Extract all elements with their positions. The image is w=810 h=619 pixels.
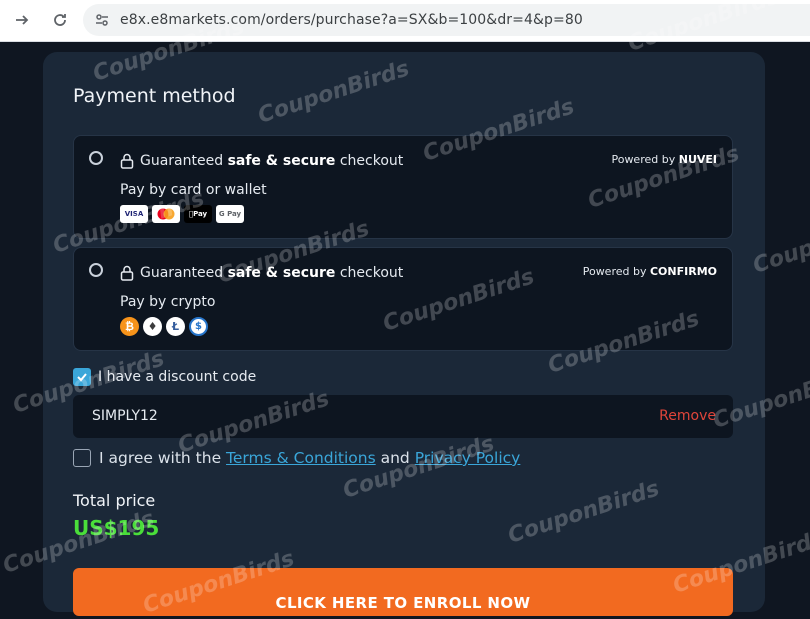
total-price-label: Total price: [73, 491, 156, 510]
site-info-icon[interactable]: [92, 10, 112, 30]
terms-link[interactable]: Terms & Conditions: [226, 449, 376, 467]
usd-coin-icon: $: [189, 317, 208, 336]
payment-method-title: Payment method: [73, 85, 236, 107]
litecoin-icon: Ł: [166, 317, 185, 336]
mastercard-icon: [152, 205, 180, 223]
terms-text: I agree with the Terms & Conditions and …: [99, 449, 521, 467]
pay-by-crypto-label: Pay by crypto: [120, 294, 216, 310]
radio-card[interactable]: [89, 151, 103, 165]
discount-code-field[interactable]: SIMPLY12 Remove: [73, 395, 733, 438]
browser-toolbar: e8x.e8markets.com/orders/purchase?a=SX&b…: [0, 0, 810, 42]
total-price-value: US$195: [73, 516, 160, 540]
payment-option-card[interactable]: Guaranteed safe & secure checkout Powere…: [73, 135, 733, 239]
url-text: e8x.e8markets.com/orders/purchase?a=SX&b…: [120, 12, 583, 28]
discount-checkbox-row[interactable]: I have a discount code: [73, 368, 256, 386]
discount-code-value: SIMPLY12: [92, 408, 158, 424]
terms-checkbox-row[interactable]: I agree with the Terms & Conditions and …: [73, 449, 520, 467]
secure-checkout-text: Guaranteed safe & secure checkout: [140, 265, 404, 281]
secure-checkout-text: Guaranteed safe & secure checkout: [140, 153, 404, 169]
google-pay-icon: G Pay: [216, 205, 244, 223]
reload-icon[interactable]: [50, 10, 70, 30]
terms-checkbox[interactable]: [73, 449, 91, 467]
discount-checkbox[interactable]: [73, 368, 91, 386]
address-bar[interactable]: e8x.e8markets.com/orders/purchase?a=SX&b…: [83, 4, 810, 36]
bitcoin-icon: ₿: [120, 317, 139, 336]
enroll-button-label: CLICK HERE TO ENROLL NOW: [275, 594, 531, 612]
remove-discount-button[interactable]: Remove: [659, 408, 716, 424]
apple-pay-icon: Pay: [184, 205, 212, 223]
privacy-link[interactable]: Privacy Policy: [415, 449, 521, 467]
payment-option-crypto[interactable]: Guaranteed safe & secure checkout Powere…: [73, 247, 733, 351]
ethereum-icon: ♦: [143, 317, 162, 336]
powered-by-nuvei: Powered by NUVEI: [611, 153, 717, 166]
lock-icon: [120, 153, 134, 169]
lock-icon: [120, 265, 134, 281]
card-badges: VISA Pay G Pay: [120, 205, 244, 223]
crypto-coins: ₿ ♦ Ł $: [120, 317, 208, 336]
radio-crypto[interactable]: [89, 263, 103, 277]
visa-icon: VISA: [120, 205, 148, 223]
pay-by-card-label: Pay by card or wallet: [120, 182, 267, 198]
powered-by-confirmo: Powered by CONFIRMO: [582, 265, 717, 278]
discount-label: I have a discount code: [98, 369, 257, 385]
forward-icon[interactable]: [12, 10, 32, 30]
enroll-button[interactable]: CLICK HERE TO ENROLL NOW: [73, 568, 733, 616]
